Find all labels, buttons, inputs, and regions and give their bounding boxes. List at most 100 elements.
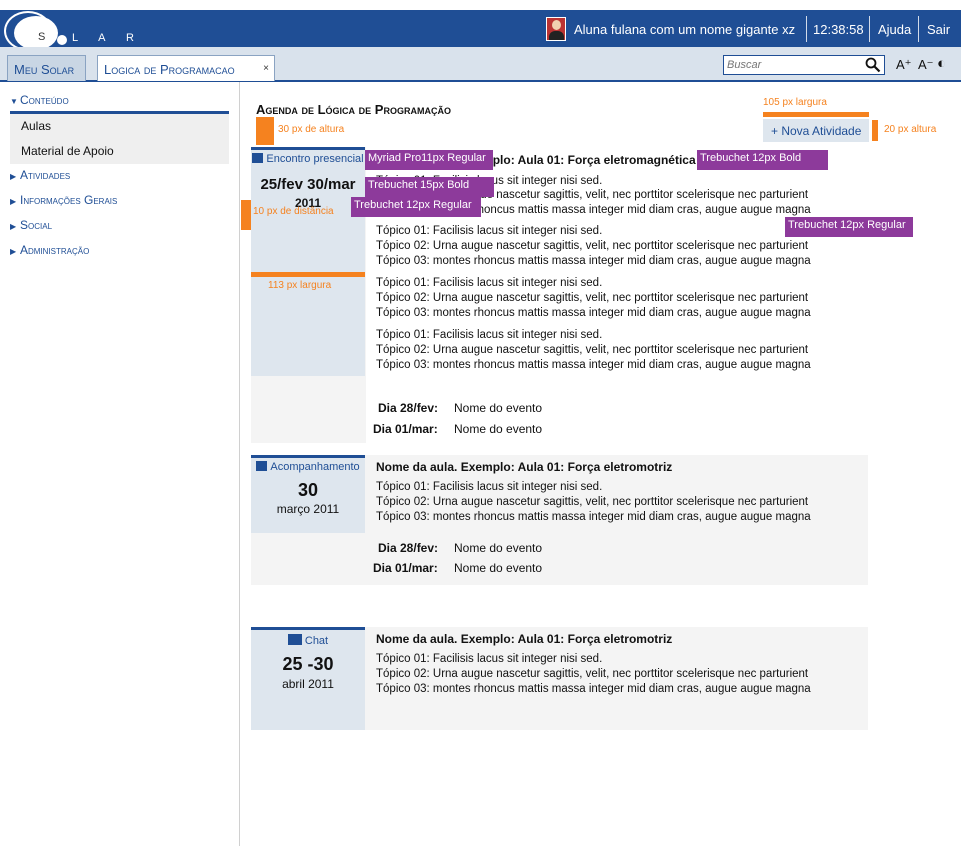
card-month-year: março 2011 — [276, 502, 340, 516]
chevron-right-icon: ▶ — [10, 197, 17, 206]
clock: 12:38:58 — [813, 22, 864, 37]
annotation-font-label: Trebuchet 12px Bold — [697, 150, 828, 170]
card-top-line — [251, 455, 365, 458]
annotation-distance-marker — [241, 200, 251, 230]
annotation-height-marker — [256, 117, 274, 145]
tab-meu-solar[interactable]: Meu Solar — [7, 55, 86, 81]
annotation-font-label: Trebuchet 12px Regular — [785, 217, 913, 237]
card-type[interactable]: Encontro presencial — [251, 153, 365, 165]
separator — [806, 16, 807, 42]
annotation-label: 10 px de distância — [253, 206, 334, 217]
close-icon[interactable]: × — [263, 63, 269, 74]
font-increase-button[interactable]: A⁺ — [896, 57, 912, 73]
chevron-right-icon: ▶ — [10, 222, 17, 231]
agenda-card: Acompanhamento 30 março 2011 Nome da aul… — [251, 455, 868, 585]
card-topic: Tópico 01: Facilisis lacus sit integer n… — [376, 653, 603, 665]
annotation-width-marker — [251, 272, 365, 277]
card-topic: Tópico 02: Urna augue nascetur sagittis,… — [376, 240, 809, 252]
annotation-font-label: Trebuchet 12px Regular — [351, 197, 481, 217]
card-month-year: abril 2011 — [282, 677, 334, 691]
sidebar-item-social[interactable]: ▶ Social — [10, 218, 52, 232]
card-title[interactable]: Nome da aula. Exemplo: Aula 01: Força el… — [376, 460, 672, 474]
card-topic: Tópico 01: Facilisis lacus sit integer n… — [376, 225, 603, 237]
logout-link[interactable]: Sair — [927, 22, 950, 37]
event-name[interactable]: Nome do evento — [454, 561, 542, 575]
card-topic: Tópico 01: Facilisis lacus sit integer n… — [376, 329, 603, 341]
sidebar-item-atividades[interactable]: ▶ Atividades — [10, 168, 70, 182]
search-icon[interactable] — [865, 57, 881, 73]
card-topic: Tópico 03: montes rhoncus mattis massa i… — [376, 511, 811, 523]
card-topic: Tópico 02: Urna augue nascetur sagittis,… — [376, 668, 809, 680]
card-topic: Tópico 02: Urna augue nascetur sagittis,… — [376, 344, 809, 356]
card-date-panel: Chat 25 -30 abril 2011 — [251, 627, 365, 730]
help-link[interactable]: Ajuda — [878, 22, 911, 37]
new-activity-button[interactable]: + Nova Atividade — [763, 119, 869, 142]
card-topic: Tópico 02: Urna augue nascetur sagittis,… — [376, 292, 809, 304]
card-type-label: Chat — [304, 635, 329, 647]
sidebar-item-informacoes[interactable]: ▶ Informações Gerais — [10, 193, 117, 207]
annotation-font-label: Trebuchet 15px Bold — [365, 177, 494, 197]
card-body: Nome da aula. Exemplo: Aula 01: Força el… — [366, 455, 868, 585]
annotation-label: 105 px largura — [763, 97, 827, 108]
chevron-right-icon: ▶ — [10, 247, 17, 256]
card-top-line — [251, 627, 365, 630]
annotation-height-marker — [872, 120, 878, 141]
card-date: 25/fev 30/mar — [260, 176, 356, 193]
tab-course[interactable]: Logica de Programacao × — [97, 55, 275, 81]
card-date: 25 -30 — [282, 654, 334, 674]
sidebar-item-label: Informações Gerais — [20, 193, 118, 207]
sidebar-item-label: Conteúdo — [20, 93, 69, 107]
logo-dot — [57, 35, 67, 45]
page-title: Agenda de Lógica de Programação — [256, 102, 451, 117]
tab-bar: Meu Solar Logica de Programacao × A⁺ A⁻ ◐ — [0, 47, 961, 82]
card-topic: Tópico 03: montes rhoncus mattis massa i… — [376, 307, 811, 319]
agenda-card: Chat 25 -30 abril 2011 Nome da aula. Exe… — [251, 627, 868, 730]
event-day: Dia 28/fev: — [378, 401, 439, 415]
event-name[interactable]: Nome do evento — [454, 401, 542, 415]
card-type-label: Acompanhamento — [270, 461, 360, 473]
sidebar-item-label: Social — [20, 218, 53, 232]
sidebar-item-label: Administração — [20, 243, 90, 257]
card-title[interactable]: Nome da aula. Exemplo: Aula 01: Força el… — [376, 632, 672, 646]
logo-sun — [14, 16, 58, 50]
event-name[interactable]: Nome do evento — [454, 541, 542, 555]
monitor-icon — [256, 461, 268, 471]
card-type[interactable]: Acompanhamento — [251, 461, 365, 473]
sidebar-item-label: Atividades — [20, 168, 71, 182]
user-name[interactable]: Aluna fulana com um nome gigante xz — [574, 22, 795, 37]
card-date-panel: Acompanhamento 30 março 2011 — [251, 455, 365, 533]
card-topic: Tópico 01: Facilisis lacus sit integer n… — [376, 277, 603, 289]
event-day: Dia 01/mar: — [373, 422, 438, 436]
card-topic: Tópico 02: Urna augue nascetur sagittis,… — [376, 496, 809, 508]
card-topic: Tópico 03: montes rhoncus mattis massa i… — [376, 359, 811, 371]
event-name[interactable]: Nome do evento — [454, 422, 542, 436]
card-top-line — [251, 147, 365, 150]
sidebar-subitem-material[interactable]: Material de Apoio — [21, 144, 114, 158]
chevron-down-icon: ▼ — [10, 97, 18, 106]
search-box — [723, 55, 885, 75]
logo-text: L A R — [72, 32, 143, 44]
card-type-label: Encontro presencial — [266, 153, 364, 165]
event-day: Dia 01/mar: — [373, 561, 438, 575]
sidebar: ▼ Conteúdo Aulas Material de Apoio ▶ Ativi… — [0, 82, 240, 846]
chat-icon — [287, 634, 302, 645]
card-topic: Tópico 03: montes rhoncus mattis massa i… — [376, 683, 811, 695]
search-input[interactable] — [724, 56, 854, 74]
card-topic: Tópico 01: Facilisis lacus sit integer n… — [376, 481, 603, 493]
user-avatar[interactable] — [546, 17, 566, 41]
event-day: Dia 28/fev: — [378, 541, 439, 555]
annotation-label: 30 px de altura — [278, 124, 345, 135]
sidebar-item-administracao[interactable]: ▶ Administração — [10, 243, 89, 257]
annotation-label: 113 px largura — [268, 280, 332, 291]
sidebar-subitem-aulas[interactable]: Aulas — [21, 119, 51, 133]
contrast-icon[interactable]: ◐ — [937, 55, 946, 72]
card-type[interactable]: Chat — [251, 634, 365, 647]
card-date: 30 — [297, 480, 319, 500]
annotation-font-label: Myriad Pro11px Regular — [365, 150, 493, 170]
sidebar-item-conteudo[interactable]: ▼ Conteúdo — [10, 93, 69, 107]
logo-letter: S — [38, 31, 46, 43]
agenda-card: Encontro presencial 25/fev 30/mar 2011 N… — [251, 147, 868, 443]
chevron-right-icon: ▶ — [10, 172, 17, 181]
font-decrease-button[interactable]: A⁻ — [918, 57, 934, 73]
meeting-icon — [252, 153, 264, 163]
